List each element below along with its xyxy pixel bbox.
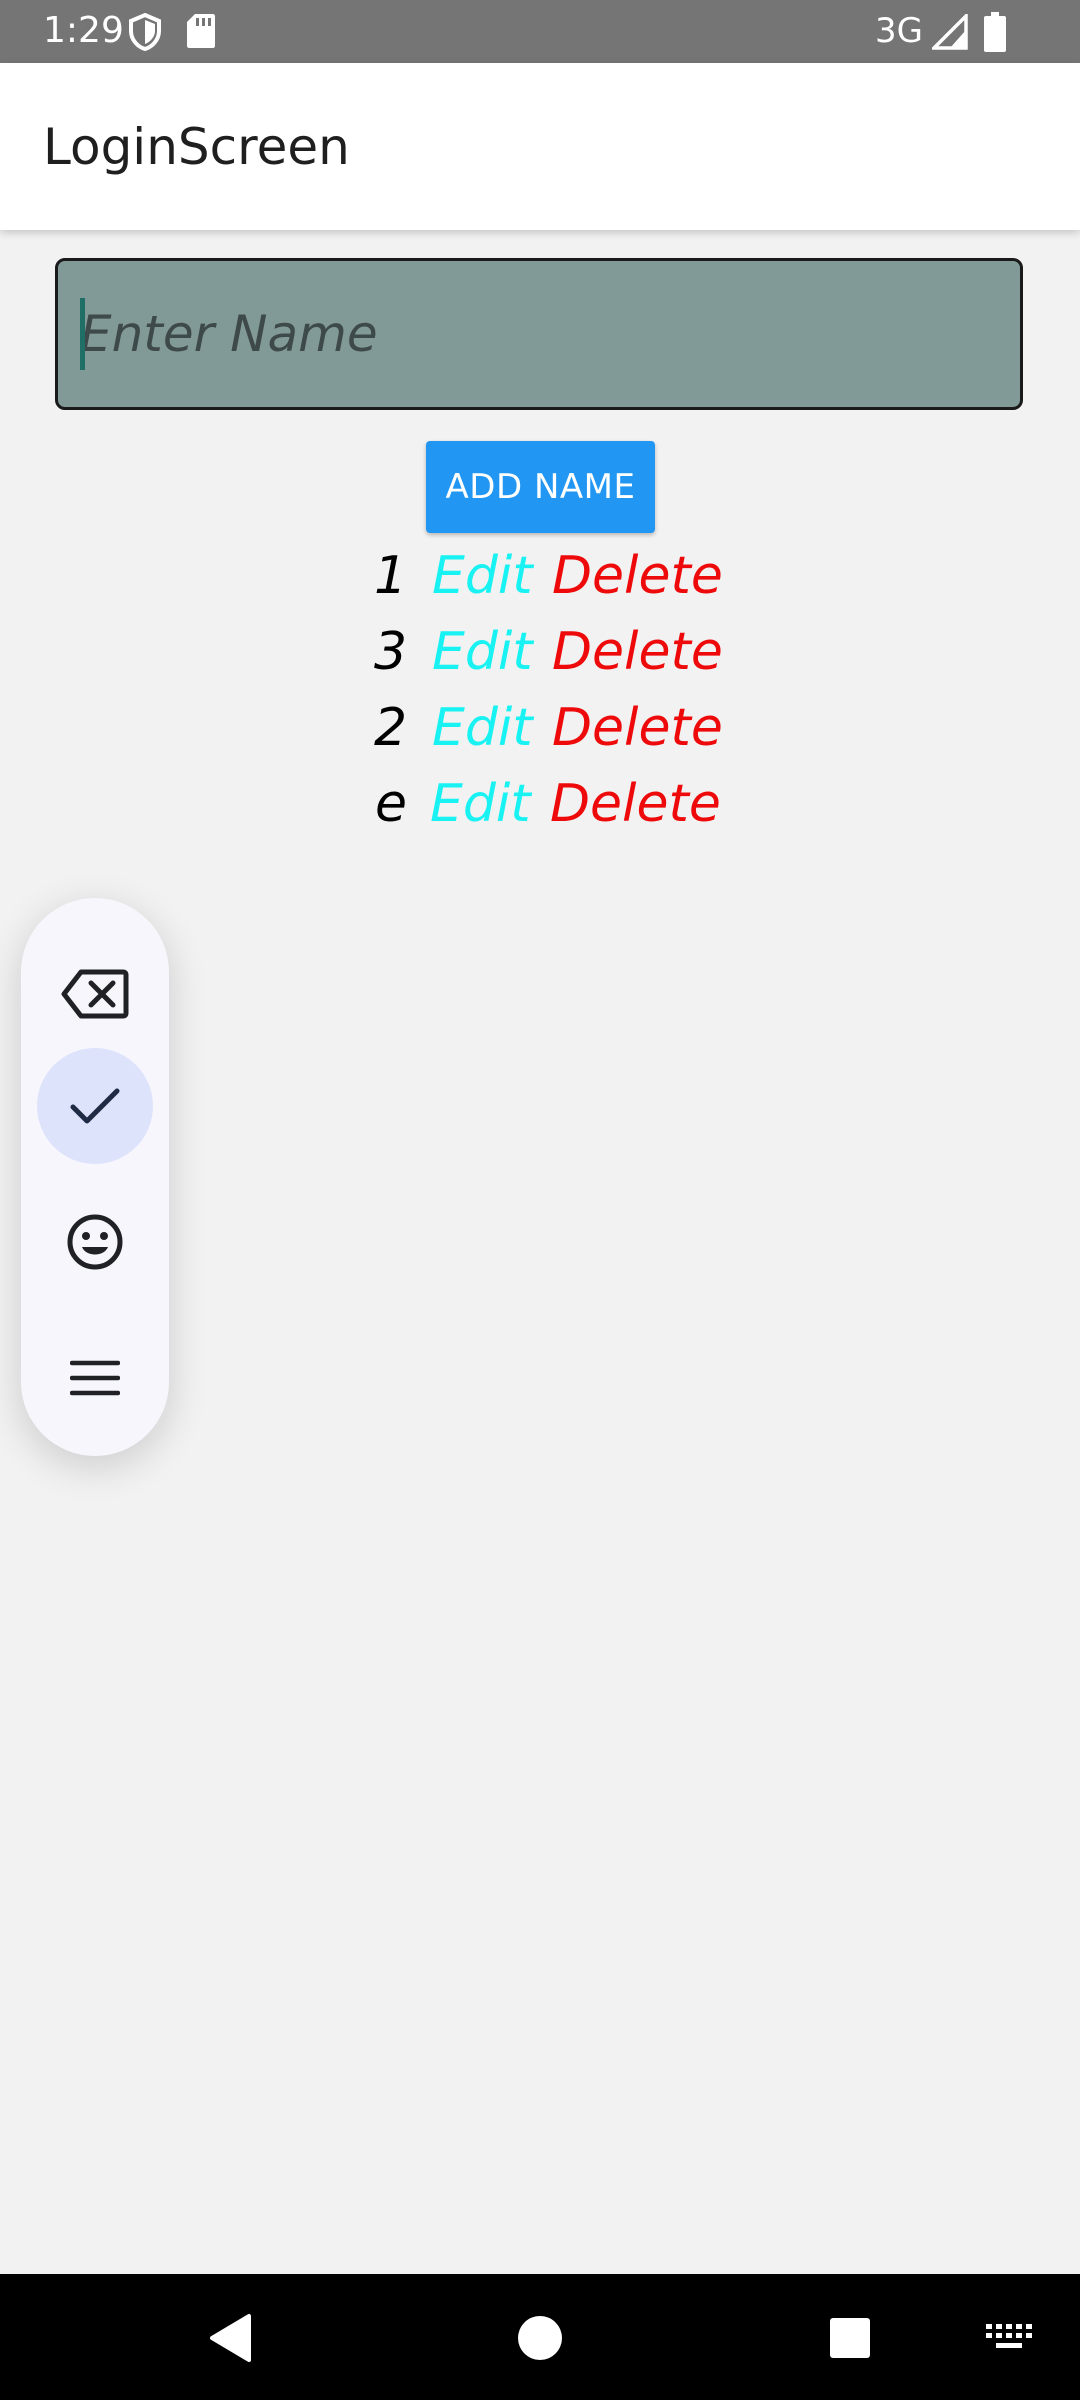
signal-icon xyxy=(929,11,968,54)
home-circle-icon xyxy=(518,2316,562,2360)
list-item: 3 Edit Delete xyxy=(0,614,1080,690)
emoji-icon xyxy=(67,1214,123,1270)
status-bar: 1:29 3G xyxy=(0,0,1080,63)
add-name-button[interactable]: ADD NAME xyxy=(426,441,655,533)
floating-keyboard-toolbar xyxy=(21,898,169,1456)
check-icon xyxy=(70,1088,120,1124)
item-name: 1 xyxy=(374,546,408,606)
item-name: e xyxy=(375,774,407,834)
edit-button[interactable]: Edit xyxy=(432,614,533,690)
status-time: 1:29 xyxy=(43,10,124,51)
backspace-button[interactable] xyxy=(37,936,153,1052)
menu-icon xyxy=(70,1360,120,1396)
keyboard-switch-button[interactable] xyxy=(972,2310,1046,2366)
battery-icon xyxy=(984,12,1006,56)
backspace-icon xyxy=(61,969,129,1019)
menu-button[interactable] xyxy=(37,1320,153,1436)
sd-card-icon xyxy=(186,12,216,54)
item-name: 2 xyxy=(374,698,408,758)
home-button[interactable] xyxy=(500,2298,580,2378)
edit-button[interactable]: Edit xyxy=(432,690,533,766)
delete-button[interactable]: Delete xyxy=(552,538,723,614)
text-caret xyxy=(80,298,85,370)
name-input[interactable] xyxy=(55,258,1023,410)
app-title: LoginScreen xyxy=(43,118,350,176)
screen: 1:29 3G LoginScreen Enter Name ADD NAME … xyxy=(0,0,1080,2400)
delete-button[interactable]: Delete xyxy=(550,766,721,842)
edit-button[interactable]: Edit xyxy=(430,766,531,842)
recents-square-icon xyxy=(830,2318,870,2358)
delete-button[interactable]: Delete xyxy=(552,690,723,766)
edit-button[interactable]: Edit xyxy=(432,538,533,614)
network-type: 3G xyxy=(875,11,923,51)
name-list: 1 Edit Delete 3 Edit Delete 2 Edit Delet… xyxy=(0,538,1080,842)
navigation-bar xyxy=(0,2274,1080,2400)
keyboard-icon xyxy=(986,2324,1032,2348)
back-button[interactable] xyxy=(190,2298,270,2378)
back-triangle-icon xyxy=(210,2314,251,2362)
list-item: 2 Edit Delete xyxy=(0,690,1080,766)
emoji-button[interactable] xyxy=(37,1184,153,1300)
confirm-button[interactable] xyxy=(37,1048,153,1164)
delete-button[interactable]: Delete xyxy=(552,614,723,690)
list-item: e Edit Delete xyxy=(0,766,1080,842)
app-bar: LoginScreen xyxy=(0,63,1080,230)
shield-icon xyxy=(128,12,162,56)
list-item: 1 Edit Delete xyxy=(0,538,1080,614)
recents-button[interactable] xyxy=(810,2298,890,2378)
item-name: 3 xyxy=(374,622,408,682)
